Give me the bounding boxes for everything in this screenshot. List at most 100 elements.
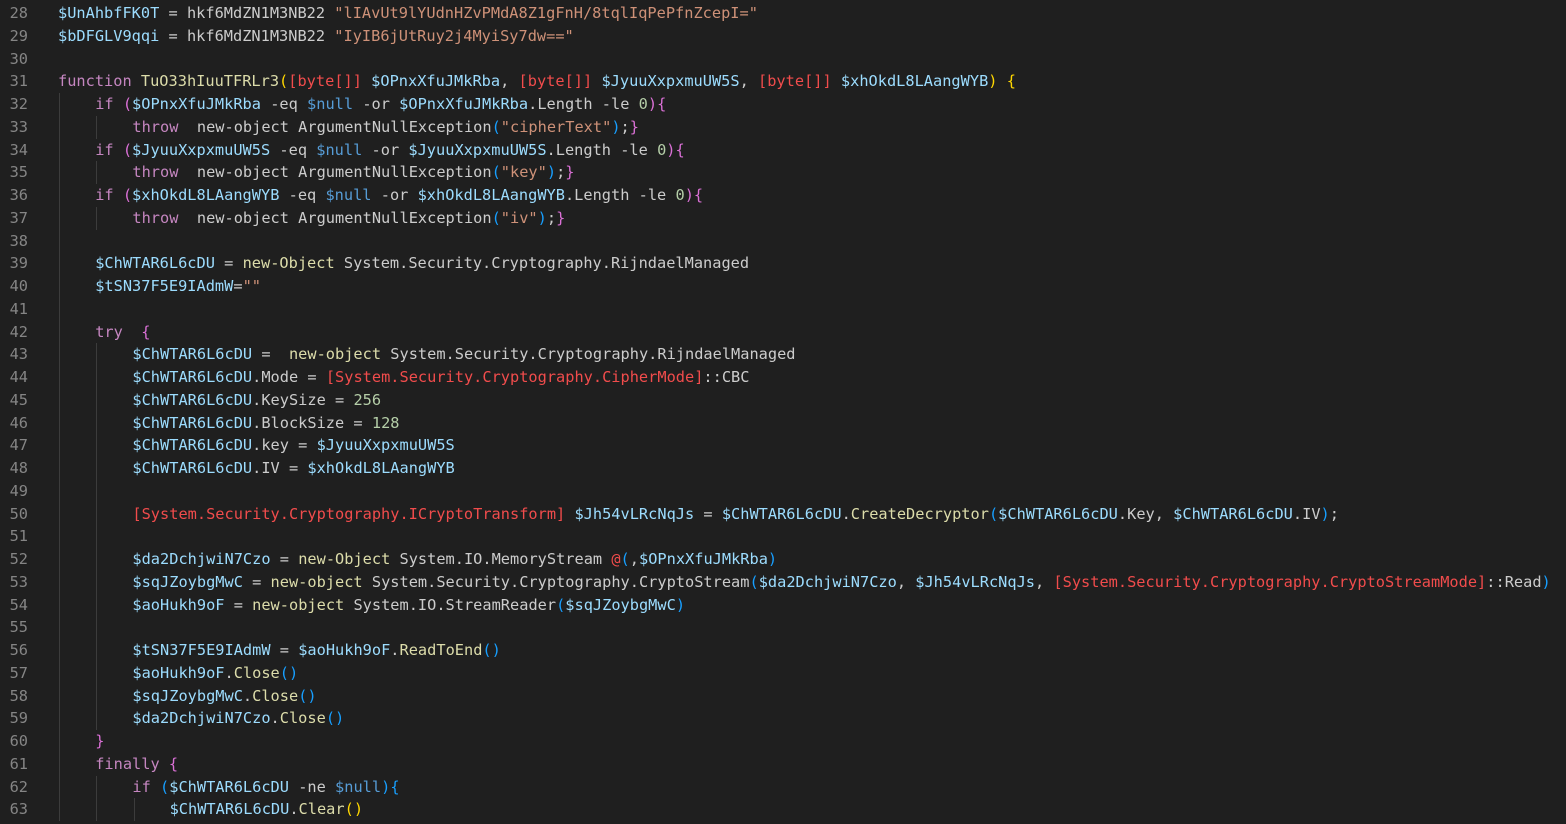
- code-line[interactable]: 49: [0, 479, 1566, 503]
- code-token: ;: [546, 208, 557, 227]
- code-line[interactable]: 46 $ChWTAR6L6cDU.BlockSize = 128: [0, 411, 1566, 435]
- code-token: .Mode =: [252, 368, 326, 386]
- code-line[interactable]: 53 $sqJZoybgMwC = new-object System.Secur…: [0, 570, 1566, 594]
- code-line[interactable]: 43 $ChWTAR6L6cDU = new-object System.Secu…: [0, 343, 1566, 366]
- code-token: ): [767, 550, 778, 568]
- code-token: $UnAhbfFK0T: [58, 4, 160, 22]
- code-line[interactable]: 41: [0, 297, 1566, 321]
- code-token: System.Security.Cryptography.RijndaelMan…: [381, 345, 796, 364]
- code-line[interactable]: 35 throw new-object ArgumentNullException…: [0, 161, 1566, 184]
- indent-guide: [96, 502, 98, 526]
- code-token: ): [381, 777, 391, 796]
- code-line[interactable]: 32 if ($OPnxXfuJMkRba -eq $null -or $OPnx…: [0, 93, 1566, 116]
- line-number: 46: [9, 413, 28, 432]
- code-line[interactable]: 36 if ($xhOkdL8LAangWYB -eq $null -or $xh…: [0, 184, 1566, 207]
- code-line[interactable]: 34 if ($JyuuXxpxmuUW5S -eq $null -or $Jyu…: [0, 138, 1566, 162]
- code-line[interactable]: 63 $ChWTAR6L6cDU.Clear(): [0, 798, 1566, 821]
- line-number: 38: [9, 231, 28, 250]
- indent-guide: [96, 775, 98, 799]
- code-line[interactable]: 60}: [0, 730, 1566, 753]
- code-token: [byte[]]: [288, 72, 362, 91]
- code-text: if ($JyuuXxpxmuUW5S -eq $null -or $JyuuX…: [95, 139, 685, 162]
- code-token: =: [214, 254, 243, 273]
- code-token: ::Read: [1486, 572, 1542, 591]
- code-token: $ChWTAR6L6cDU: [132, 436, 253, 455]
- line-number: 31: [9, 72, 28, 91]
- code-token: $xhOkdL8LAangWYB: [417, 186, 565, 204]
- indent-guide: [59, 320, 61, 344]
- code-line[interactable]: 38: [0, 229, 1566, 253]
- code-token: $ChWTAR6L6cDU: [169, 800, 290, 819]
- line-number: 49: [9, 481, 28, 500]
- code-line[interactable]: 47 $ChWTAR6L6cDU.key = $JyuuXxpxmuUW5S: [0, 434, 1566, 457]
- code-token: -eq: [260, 95, 308, 113]
- code-token: throw: [132, 117, 179, 136]
- indent-guide: [96, 525, 98, 548]
- indent-guide: [59, 229, 61, 253]
- code-token: if: [95, 186, 123, 204]
- line-number: 48: [9, 459, 28, 477]
- code-line[interactable]: 48 $ChWTAR6L6cDU.IV = $xhOkdL8LAangWYB: [0, 457, 1566, 480]
- code-token: $ChWTAR6L6cDU: [132, 390, 253, 409]
- code-token: $aoHukh9oF: [132, 663, 225, 682]
- code-line[interactable]: 30: [0, 48, 1566, 71]
- code-token: (: [491, 208, 501, 227]
- code-token: ;: [1329, 504, 1339, 523]
- indent-guide: [96, 388, 98, 412]
- code-token: if: [95, 140, 123, 159]
- line-number: 57: [9, 663, 28, 682]
- code-line[interactable]: 52 $da2DchjwiN7Czo = new-Object System.IO…: [0, 548, 1566, 571]
- code-token: function: [58, 72, 141, 91]
- line-number: 52: [9, 550, 28, 568]
- code-token: -eq: [279, 186, 326, 204]
- code-line[interactable]: 51: [0, 525, 1566, 548]
- code-line[interactable]: 54 $aoHukh9oF = new-object System.IO.Stre…: [0, 593, 1566, 617]
- code-line[interactable]: 31 function TuO33hIuuTFRLr3([byte[]] $OPn…: [0, 70, 1566, 93]
- code-line[interactable]: 57 $aoHukh9oF.Close(): [0, 661, 1566, 685]
- code-token: $null: [335, 777, 382, 796]
- code-editor[interactable]: 28 $UnAhbfFK0T = hkf6MdZN1M3NB22 "lIAvUt9…: [0, 0, 1566, 824]
- code-line[interactable]: 59 $da2DchjwiN7Czo.Close(): [0, 707, 1566, 730]
- code-line[interactable]: 40 $tSN37F5E9IAdmW="": [0, 275, 1566, 298]
- code-token: .: [390, 641, 400, 659]
- code-line[interactable]: 42 try {: [0, 320, 1566, 344]
- code-token: (: [556, 595, 566, 614]
- code-line[interactable]: 62 if ($ChWTAR6L6cDU -ne $null){: [0, 775, 1566, 799]
- code-line[interactable]: 55: [0, 616, 1566, 639]
- code-line[interactable]: 45 $ChWTAR6L6cDU.KeySize = 256: [0, 388, 1566, 412]
- code-line[interactable]: 44 $ChWTAR6L6cDU.Mode = [System.Security.…: [0, 366, 1566, 389]
- code-line[interactable]: 58 $sqJZoybgMwC.Close(): [0, 684, 1566, 708]
- code-text: }: [95, 730, 104, 753]
- line-number: 37: [9, 208, 28, 227]
- code-token: if: [132, 777, 161, 796]
- line-number: 56: [9, 641, 28, 659]
- indent-guide: [59, 388, 61, 412]
- indent-guide: [59, 206, 61, 230]
- code-token: =: [694, 504, 722, 523]
- code-token: .key =: [252, 436, 317, 455]
- code-token: .: [242, 686, 253, 705]
- code-line[interactable]: 29 $bDFGLV9qqi = hkf6MdZN1M3NB22 "IyIB6jU…: [0, 25, 1566, 48]
- code-line[interactable]: 39 $ChWTAR6L6cDU = new-Object System.Secu…: [0, 252, 1566, 275]
- code-text: $ChWTAR6L6cDU.Mode = [System.Security.Cr…: [132, 366, 749, 389]
- code-token: (: [122, 186, 133, 204]
- code-token: = hkf6MdZN1M3NB22: [159, 4, 335, 22]
- code-token: [byte[]]: [518, 72, 593, 91]
- code-line[interactable]: 37 throw new-object ArgumentNullException…: [0, 206, 1566, 230]
- code-token: new-object: [252, 595, 345, 614]
- indent-guide: [59, 252, 61, 275]
- indent-guide: [59, 639, 61, 662]
- code-line[interactable]: 61 finally {: [0, 752, 1566, 776]
- code-line[interactable]: 50 [System.Security.Cryptography.ICryptoT…: [0, 502, 1566, 526]
- code-line[interactable]: 56 $tSN37F5E9IAdmW = $aoHukh9oF.ReadToEnd…: [0, 639, 1566, 662]
- indent-guide: [96, 457, 98, 480]
- line-number: 62: [9, 777, 28, 796]
- code-line[interactable]: 28 $UnAhbfFK0T = hkf6MdZN1M3NB22 "lIAvUt9…: [0, 2, 1566, 25]
- code-token: "lIAvUt9lYUdnHZvPMdA8Z1gFnH/8tqlIqPePfnZ…: [334, 4, 758, 22]
- code-line[interactable]: 33 throw new-object ArgumentNullException…: [0, 115, 1566, 139]
- code-text: $ChWTAR6L6cDU = new-object System.Securi…: [132, 343, 795, 366]
- line-number: 54: [9, 595, 28, 614]
- indent-guide: [59, 138, 61, 162]
